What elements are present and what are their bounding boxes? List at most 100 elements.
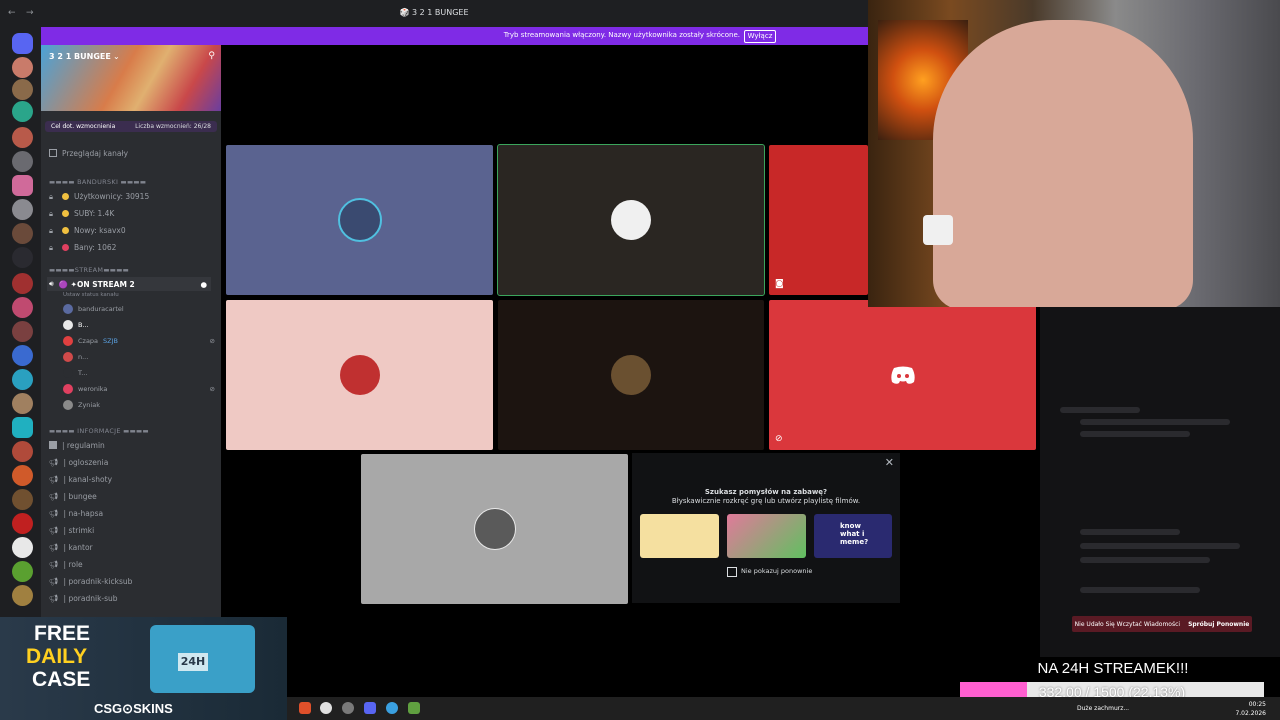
server-icon[interactable] bbox=[12, 441, 33, 462]
add-user-icon[interactable]: ⚲ bbox=[208, 51, 215, 61]
stat-channel[interactable]: 🔒︎ Użytkownicy: 30915 bbox=[49, 189, 149, 203]
server-icon[interactable] bbox=[12, 101, 33, 122]
server-icon[interactable] bbox=[12, 199, 33, 220]
speaker-icon: 🔊︎ bbox=[49, 279, 54, 288]
server-icon[interactable] bbox=[12, 345, 33, 366]
category-bandurski[interactable]: ▬▬▬▬ BANDURSKI ▬▬▬▬ bbox=[49, 178, 146, 186]
voice-user[interactable]: banduracartel bbox=[63, 302, 124, 316]
browse-channels[interactable]: Przeglądaj kanały bbox=[49, 146, 128, 160]
info-channel[interactable]: 📢︎ | poradnik-sub bbox=[49, 591, 118, 605]
info-channel[interactable]: 📢︎ | bungee bbox=[49, 489, 97, 503]
voice-user-tag: SZJB bbox=[103, 337, 119, 345]
avatar bbox=[339, 355, 380, 395]
voice-user[interactable]: T... bbox=[63, 366, 87, 380]
browser-icon[interactable] bbox=[386, 702, 398, 714]
category-stream[interactable]: ▬▬▬▬STREAM▬▬▬▬ bbox=[49, 266, 129, 274]
server-icon[interactable] bbox=[12, 561, 33, 582]
server-icon[interactable] bbox=[12, 393, 33, 414]
avatar bbox=[63, 304, 73, 314]
channel-label: Użytkownicy: 30915 bbox=[74, 191, 150, 201]
emoji-icon bbox=[62, 209, 69, 217]
server-banner[interactable]: 3 2 1 BUNGEE ⌄ ⚲ bbox=[41, 45, 221, 111]
stat-channel[interactable]: 🔒︎ SUBY: 1.4K bbox=[49, 206, 114, 220]
chat-icon[interactable]: ● bbox=[200, 280, 207, 289]
video-tile[interactable]: ⊘ bbox=[769, 300, 1036, 450]
settings-icon[interactable] bbox=[342, 702, 354, 714]
game-tile-know-what-i-meme[interactable]: know what i meme? bbox=[814, 514, 892, 558]
server-icon[interactable] bbox=[12, 297, 33, 318]
channel-label: SUBY: 1.4K bbox=[74, 208, 115, 218]
discord-icon[interactable] bbox=[364, 702, 376, 714]
server-icon[interactable] bbox=[12, 489, 33, 510]
info-channel[interactable]: 📢︎ | role bbox=[49, 557, 83, 571]
mug bbox=[923, 215, 953, 245]
stat-channel[interactable]: 🔒︎ Bany: 1062 bbox=[49, 240, 116, 254]
voice-channel-name: 🟣 ✦ON STREAM 2 bbox=[58, 279, 135, 289]
discord-home-icon[interactable] bbox=[12, 33, 33, 54]
server-icon[interactable] bbox=[12, 57, 33, 78]
server-icon[interactable] bbox=[12, 585, 33, 606]
server-icon[interactable] bbox=[12, 537, 33, 558]
retry-button[interactable]: Spróbuj Ponownie bbox=[1188, 621, 1249, 628]
chat-skeleton bbox=[1080, 543, 1240, 549]
server-icon[interactable] bbox=[12, 247, 33, 268]
voice-channel-on-stream[interactable]: 🔊︎ 🟣 ✦ON STREAM 2 ● bbox=[47, 277, 211, 291]
server-icon[interactable] bbox=[12, 127, 33, 148]
category-informacje[interactable]: ▬▬▬▬ INFORMACJE ▬▬▬▬ bbox=[49, 427, 149, 435]
taskbar-clock[interactable]: 00:25 7.02.2026 bbox=[1235, 700, 1266, 718]
weather-text[interactable]: Duże zachmurz... bbox=[1077, 705, 1129, 712]
server-icon[interactable] bbox=[12, 417, 33, 438]
server-name[interactable]: 3 2 1 BUNGEE bbox=[49, 52, 111, 61]
video-tile[interactable] bbox=[226, 300, 493, 450]
game-title: know what i meme? bbox=[840, 522, 869, 546]
voice-channel-status[interactable]: Ustaw status kanału bbox=[63, 292, 119, 298]
server-icon[interactable] bbox=[12, 273, 33, 294]
server-icon[interactable] bbox=[12, 79, 33, 100]
chevron-down-icon[interactable]: ⌄ bbox=[113, 52, 120, 61]
video-tile[interactable] bbox=[498, 300, 764, 450]
info-channel[interactable]: 📢︎ | kantor bbox=[49, 540, 93, 554]
promo-subtitle: Błyskawicznie rozkręć grę lub utwórz pla… bbox=[671, 497, 861, 505]
info-channel[interactable]: 📢︎ | strimki bbox=[49, 523, 94, 537]
server-icon[interactable] bbox=[12, 321, 33, 342]
info-channel[interactable]: 📢︎ | ogloszenia bbox=[49, 455, 108, 469]
server-icon[interactable] bbox=[12, 369, 33, 390]
dont-show-again-checkbox[interactable] bbox=[727, 567, 737, 577]
voice-user[interactable]: n... bbox=[63, 350, 88, 364]
info-channel[interactable]: | regulamin bbox=[49, 438, 105, 452]
server-icon[interactable] bbox=[12, 223, 33, 244]
lock-icon: 🔒︎ bbox=[49, 192, 53, 201]
video-tile[interactable]: ◙ bbox=[769, 145, 868, 295]
info-channel[interactable]: 📢︎ | na-hapsa bbox=[49, 506, 103, 520]
server-icon[interactable] bbox=[12, 151, 33, 172]
server-icon[interactable] bbox=[12, 465, 33, 486]
info-channel[interactable]: 📢︎ | kanal-shoty bbox=[49, 472, 112, 486]
video-tile[interactable] bbox=[226, 145, 493, 295]
info-channel[interactable]: 📢︎ | poradnik-kicksub bbox=[49, 574, 132, 588]
boost-goal-bar[interactable]: Cel dot. wzmocnienia Liczba wzmocnień: 2… bbox=[45, 121, 217, 132]
app-icon[interactable] bbox=[408, 702, 420, 714]
stat-channel[interactable]: 🔒︎ Nowy: ksavx0 bbox=[49, 223, 126, 237]
server-icon[interactable] bbox=[12, 513, 33, 534]
game-tile[interactable] bbox=[727, 514, 806, 558]
voice-user-name: weronika bbox=[78, 385, 108, 393]
app-icon[interactable] bbox=[320, 702, 332, 714]
channel-label: | poradnik-kicksub bbox=[63, 576, 133, 586]
video-tile-speaking[interactable] bbox=[497, 144, 765, 296]
voice-user[interactable]: Czapa SZJB ⊘ bbox=[63, 334, 215, 348]
video-tile[interactable] bbox=[361, 454, 628, 604]
voice-user[interactable]: weronika ⊘ bbox=[63, 382, 215, 396]
channel-label: | kantor bbox=[63, 542, 93, 552]
server-icon[interactable] bbox=[12, 175, 33, 196]
voice-user[interactable]: B... bbox=[63, 318, 89, 332]
close-icon[interactable]: ✕ bbox=[885, 456, 894, 469]
chat-skeleton bbox=[1080, 587, 1200, 593]
brave-icon[interactable] bbox=[299, 702, 311, 714]
voice-user[interactable]: Zyniak bbox=[63, 398, 100, 412]
disable-streamer-mode-button[interactable]: Wyłącz bbox=[744, 30, 776, 43]
game-tile-letter-league[interactable] bbox=[640, 514, 719, 558]
browse-channels-label: Przeglądaj kanały bbox=[62, 148, 129, 158]
muted-mic-icon: ⊘ bbox=[775, 434, 783, 444]
channel-label: | regulamin bbox=[62, 440, 105, 450]
channel-label: | kanal-shoty bbox=[63, 474, 113, 484]
